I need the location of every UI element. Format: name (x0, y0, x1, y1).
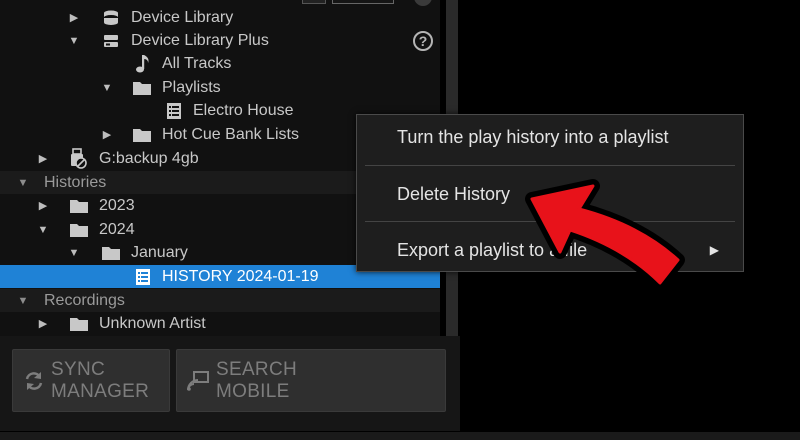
tree-item-label: Device Library Plus (131, 31, 269, 49)
expanded-arrow-icon[interactable]: ▼ (67, 34, 81, 48)
tree-item-label: All Tracks (162, 54, 232, 72)
collapsed-arrow-icon[interactable]: ▶ (67, 11, 81, 25)
database-icon (101, 8, 121, 28)
tree-item-label: Electro House (193, 101, 294, 119)
menu-separator (365, 221, 735, 222)
tree-item-label: Playlists (162, 78, 221, 96)
tree-item-all-tracks[interactable]: All Tracks (0, 52, 440, 75)
section-header-recordings[interactable]: ▼ Recordings (0, 289, 440, 312)
search-mobile-label-line1: SEARCH (216, 359, 297, 380)
playlist-icon (133, 267, 153, 287)
folder-icon (132, 78, 152, 98)
menu-item-export-playlist[interactable]: Export a playlist to a file ▶ (357, 228, 743, 272)
expanded-arrow-icon[interactable]: ▼ (100, 81, 114, 95)
sync-manager-button[interactable]: SYNC MANAGER (12, 349, 170, 412)
status-strip (0, 432, 800, 440)
tree-item-label: Device Library (131, 8, 234, 26)
folder-icon (69, 314, 89, 334)
music-note-icon (133, 54, 153, 74)
collapsed-arrow-icon[interactable]: ▶ (36, 199, 50, 213)
folder-icon (69, 196, 89, 216)
playlist-icon (164, 101, 184, 121)
sync-manager-label-line2: MANAGER (51, 381, 150, 402)
menu-item-label: Export a playlist to a file (397, 239, 588, 260)
context-menu: Turn the play history into a playlist De… (356, 114, 744, 272)
filter-field[interactable] (332, 0, 394, 4)
expanded-arrow-icon[interactable]: ▼ (67, 246, 81, 260)
collapsed-arrow-icon[interactable]: ▶ (36, 152, 50, 166)
search-mobile-button[interactable]: SEARCH MOBILE (176, 349, 446, 412)
folder-icon (101, 243, 121, 263)
tree-item-label: 2023 (99, 196, 135, 214)
section-label: Histories (44, 173, 107, 191)
expanded-arrow-icon[interactable]: ▼ (16, 176, 30, 190)
menu-item-convert-history-to-playlist[interactable]: Turn the play history into a playlist (357, 115, 743, 159)
tree-item-label: Hot Cue Bank Lists (162, 125, 299, 143)
tree-item-label: January (131, 243, 188, 261)
section-label: Recordings (44, 291, 125, 309)
tree-item-unknown-artist[interactable]: ▶ Unknown Artist (0, 312, 440, 335)
tree-item-label: 2024 (99, 220, 135, 238)
collapsed-arrow-icon[interactable]: ▶ (100, 128, 114, 142)
sync-icon (25, 372, 43, 390)
submenu-arrow-icon: ▶ (709, 243, 719, 257)
menu-separator (365, 165, 735, 166)
tree-item-label: Unknown Artist (99, 314, 206, 332)
storage-icon (101, 31, 121, 51)
folder-icon (69, 220, 89, 240)
sync-manager-label-line1: SYNC (51, 359, 105, 380)
collapsed-arrow-icon[interactable]: ▶ (36, 317, 50, 331)
menu-item-label: Delete History (397, 183, 511, 204)
tree-item-label: G:backup 4gb (99, 149, 199, 167)
search-mobile-label-line2: MOBILE (216, 381, 290, 402)
tree-item-device-library[interactable]: ▶ Device Library (0, 6, 440, 29)
tree-item-label: HISTORY 2024-01-19 (162, 267, 319, 285)
menu-item-delete-history[interactable]: Delete History (357, 172, 743, 216)
help-icon[interactable]: ? (413, 31, 433, 51)
usb-drive-disabled-icon (68, 147, 88, 169)
expanded-arrow-icon[interactable]: ▼ (36, 223, 50, 237)
menu-item-label: Turn the play history into a playlist (397, 126, 669, 147)
tree-item-playlists[interactable]: ▼ Playlists (0, 76, 440, 99)
tree-item-device-library-plus[interactable]: ▼ Device Library Plus (0, 29, 440, 52)
expanded-arrow-icon[interactable]: ▼ (16, 294, 30, 308)
search-mobile-icon (187, 371, 209, 391)
folder-icon (132, 125, 152, 145)
view-toggle-button[interactable] (302, 0, 326, 4)
